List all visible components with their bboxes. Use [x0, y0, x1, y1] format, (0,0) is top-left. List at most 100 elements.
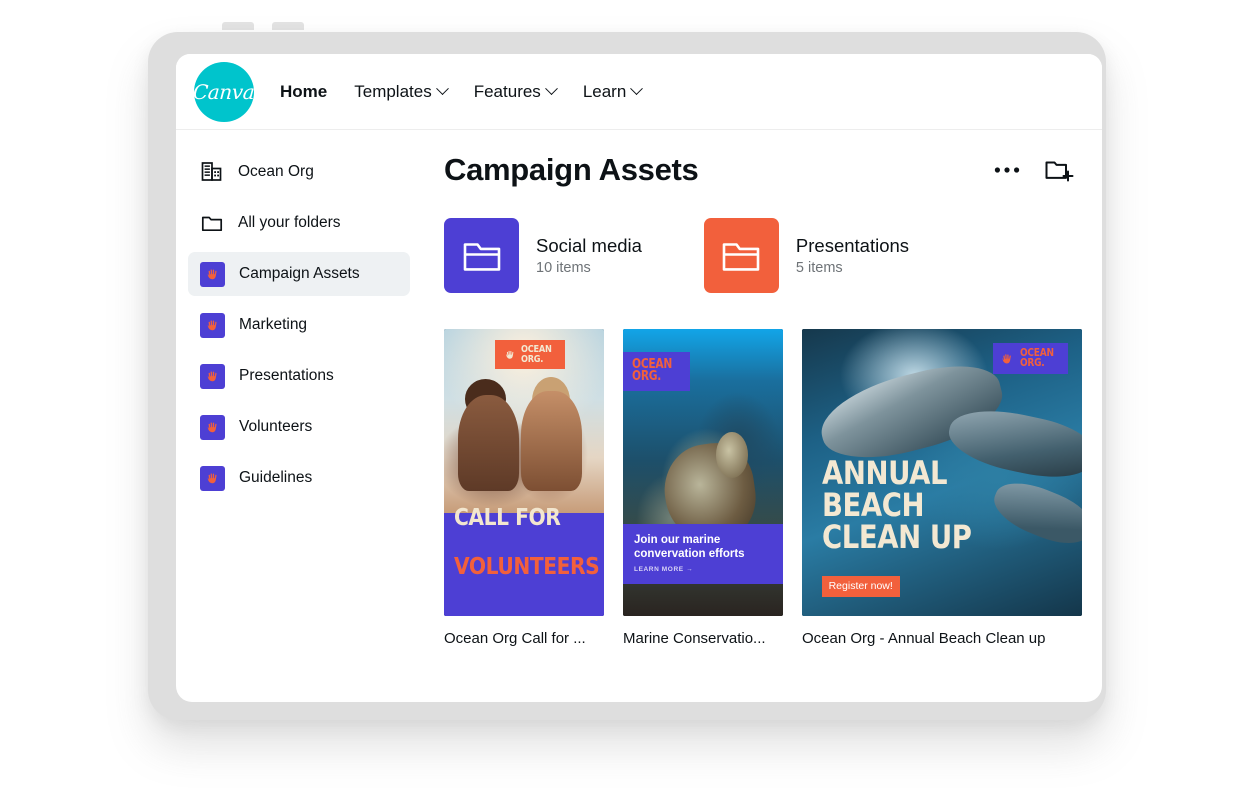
- design-headline: CALL FOR: [453, 505, 561, 532]
- sidebar-item-marketing[interactable]: Marketing: [188, 303, 410, 347]
- sidebar-item-guidelines-label: Guidelines: [239, 469, 313, 486]
- ocean-org-hand-icon: [502, 347, 518, 363]
- chevron-down-icon: [544, 82, 558, 96]
- folder-item-count: 10 items: [536, 260, 591, 276]
- device-screen: Canva Home Templates Features Learn Ocea…: [176, 54, 1102, 702]
- design-thumbnail: OCEAN ORG. ANNUAL BEACH CLEAN UP Registe: [802, 329, 1082, 616]
- chevron-down-icon: [630, 82, 644, 96]
- ocean-org-hand-icon: [1000, 350, 1016, 366]
- ocean-org-hand-icon: [200, 465, 225, 491]
- hand-glyph: [207, 422, 217, 433]
- app-body: Ocean Org All your folders Campaign Asse…: [176, 130, 1102, 702]
- design-card-annual-beach-clean-up[interactable]: OCEAN ORG. ANNUAL BEACH CLEAN UP Registe: [802, 329, 1082, 647]
- nav-item-templates-label: Templates: [354, 81, 432, 101]
- design-caption: Ocean Org - Annual Beach Clean up: [802, 630, 1046, 647]
- screenshot-root: Canva Home Templates Features Learn Ocea…: [0, 0, 1260, 796]
- header-actions: [994, 157, 1074, 184]
- ocean-org-logo-badge: OCEAN ORG.: [623, 351, 690, 391]
- ocean-org-logo-text: OCEAN ORG.: [521, 345, 558, 365]
- design-caption: Marine Conservatio...: [623, 630, 766, 647]
- ocean-org-logo-text: OCEAN ORG.: [1019, 347, 1061, 370]
- photo-shape: [458, 395, 520, 491]
- hand-glyph: [207, 473, 217, 484]
- sidebar-item-presentations-label: Presentations: [239, 367, 334, 384]
- sidebar-item-ocean-org-label: Ocean Org: [238, 163, 314, 180]
- photo-shape: [987, 472, 1082, 553]
- sidebar-item-volunteers-label: Volunteers: [239, 418, 313, 435]
- design-thumbnail: OCEAN ORG. CALL FOR VOLUNTEERS: [444, 329, 604, 616]
- sidebar-item-ocean-org[interactable]: Ocean Org: [188, 150, 410, 194]
- sidebar-item-campaign-assets[interactable]: Campaign Assets: [188, 252, 410, 296]
- nav-item-learn-label: Learn: [582, 81, 627, 101]
- hand-glyph: [207, 269, 217, 280]
- ellipsis-glyph: [994, 167, 1020, 173]
- page-title: Campaign Assets: [444, 152, 699, 187]
- canva-logo[interactable]: Canva: [192, 61, 256, 122]
- sidebar-item-volunteers[interactable]: Volunteers: [188, 405, 410, 449]
- building-icon: [201, 162, 222, 181]
- ocean-org-logo-badge: OCEAN ORG.: [992, 343, 1068, 374]
- top-navbar: Canva Home Templates Features Learn: [176, 54, 1102, 130]
- folder-card-text: Social media 10 items: [536, 235, 642, 276]
- band-title-line-1: Join our marine: [634, 534, 721, 547]
- design-grid: OCEAN ORG. CALL FOR VOLUNTEERS Ocean Org…: [444, 329, 1082, 647]
- nav-items: Home Templates Features Learn: [280, 81, 644, 102]
- tablet-device-frame: Canva Home Templates Features Learn Ocea…: [148, 32, 1106, 720]
- folder-name: Social media: [536, 235, 642, 256]
- nav-item-features-label: Features: [473, 81, 541, 101]
- hand-glyph: [207, 320, 217, 331]
- band-cta-label: LEARN MORE →: [634, 566, 694, 574]
- design-caption: Ocean Org Call for ...: [444, 630, 586, 647]
- folder-tile: [444, 218, 519, 293]
- nav-item-learn[interactable]: Learn: [582, 81, 644, 102]
- photo-shape: [520, 391, 582, 491]
- headline-line-2: BEACH: [821, 485, 925, 524]
- hand-glyph: [505, 350, 514, 359]
- hand-glyph: [207, 371, 217, 382]
- sidebar-item-guidelines[interactable]: Guidelines: [188, 456, 410, 500]
- chevron-down-icon: [435, 82, 449, 96]
- ocean-org-hand-icon: [200, 261, 225, 287]
- sidebar-item-presentations[interactable]: Presentations: [188, 354, 410, 398]
- design-headline: ANNUAL BEACH CLEAN UP: [822, 457, 972, 553]
- folder-card-presentations[interactable]: Presentations 5 items: [703, 218, 909, 293]
- logo-line-2: ORG.: [632, 368, 662, 384]
- folder-outline-icon: [201, 216, 223, 232]
- headline-line-3: CLEAN UP: [821, 517, 972, 556]
- ocean-org-hand-icon: [200, 363, 225, 389]
- nav-item-home[interactable]: Home: [280, 82, 327, 102]
- logo-line-2: ORG.: [1019, 356, 1045, 370]
- canva-logo-text: Canva: [192, 79, 256, 104]
- design-thumbnail: OCEAN ORG. Join our marine convervation …: [623, 329, 783, 616]
- main-header: Campaign Assets: [444, 152, 1074, 188]
- device-bezel-buttons: [222, 22, 304, 30]
- ocean-org-hand-icon: [200, 414, 225, 440]
- new-folder-icon[interactable]: [1044, 157, 1074, 184]
- headline-line-1: ANNUAL: [821, 453, 948, 492]
- nav-item-templates[interactable]: Templates: [354, 81, 449, 102]
- device-button-left: [222, 22, 254, 30]
- main-content: Campaign Assets Social media 10 items Pr…: [422, 130, 1102, 702]
- ocean-org-logo-badge: OCEAN ORG.: [495, 340, 566, 369]
- register-now-button[interactable]: Register now!: [821, 576, 900, 598]
- folder-plus-glyph: [1045, 161, 1074, 181]
- folder-icon: [463, 242, 500, 271]
- folder-tile: [703, 218, 779, 293]
- more-options-icon[interactable]: [994, 166, 1020, 174]
- hand-glyph: [1002, 354, 1012, 364]
- design-card-marine-conservation[interactable]: OCEAN ORG. Join our marine convervation …: [623, 329, 783, 647]
- folder-icon: [723, 242, 760, 271]
- device-button-right: [272, 22, 304, 30]
- sidebar: Ocean Org All your folders Campaign Asse…: [176, 130, 422, 702]
- logo-line-2: ORG.: [521, 353, 544, 365]
- sidebar-item-campaign-assets-label: Campaign Assets: [239, 265, 360, 282]
- folder-card-text: Presentations 5 items: [796, 235, 909, 276]
- sidebar-item-all-your-folders[interactable]: All your folders: [188, 201, 410, 245]
- band-title-line-2: convervation efforts: [634, 547, 745, 560]
- ocean-org-hand-icon: [200, 312, 225, 338]
- design-card-call-for-volunteers[interactable]: OCEAN ORG. CALL FOR VOLUNTEERS Ocean Org…: [444, 329, 604, 647]
- photo-shape: [715, 432, 748, 479]
- folder-card-social-media[interactable]: Social media 10 items: [444, 218, 642, 293]
- nav-item-features[interactable]: Features: [473, 81, 558, 102]
- nav-item-home-label: Home: [280, 81, 328, 101]
